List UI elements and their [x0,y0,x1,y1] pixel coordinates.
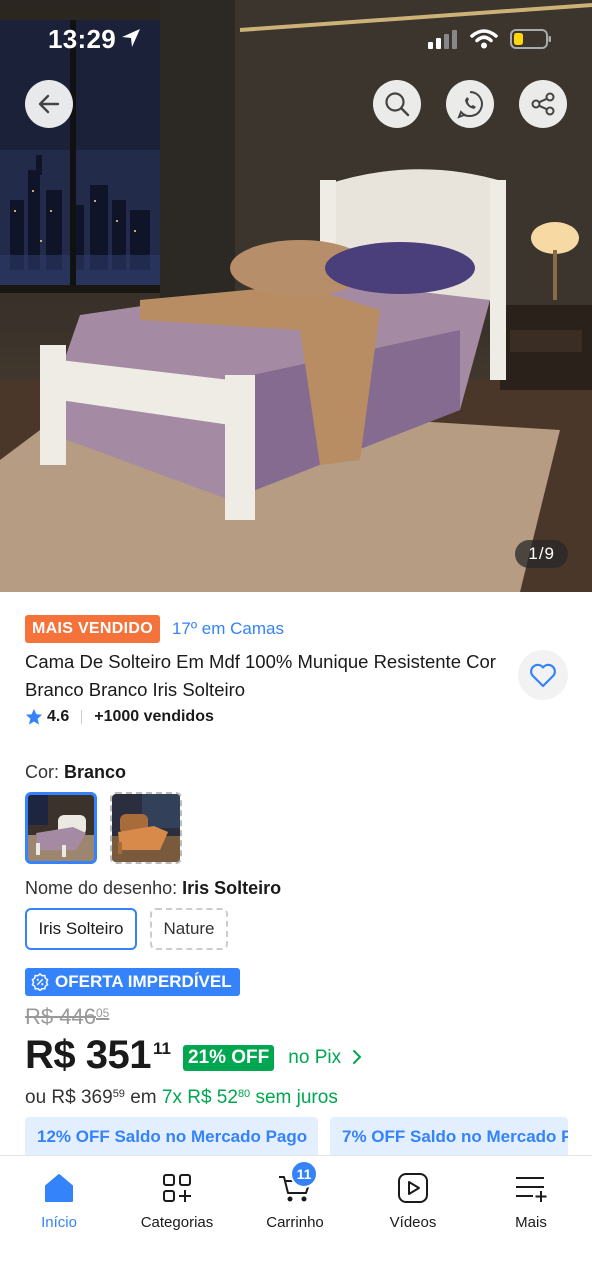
installment-plan-cents: 80 [237,1088,251,1100]
signal-icon [428,30,457,49]
nav-icon-wrapper: 11 [276,1160,318,1208]
offer-label: OFERTA IMPERDÍVEL [55,972,232,991]
nav-item-mais[interactable]: Mais [476,1168,586,1231]
sold-count: +1000 vendidos [94,708,214,725]
cart-count-badge: 11 [290,1160,318,1188]
design-label: Nome do desenho: Iris Solteiro [25,878,281,899]
promo-chip-mercado-pago-12[interactable]: 12% OFF Saldo no Mercado Pago [25,1117,318,1157]
installment-mid: em [124,1087,162,1108]
promo-chip-mercado-pago-7[interactable]: 7% OFF Saldo no Mercado Pago [330,1117,568,1157]
pix-label[interactable]: no Pix [288,1047,341,1069]
installments-row: ou R$ 36959 em 7x R$ 5280 sem juros [25,1087,338,1109]
whatsapp-share-button[interactable] [446,80,494,128]
nav-item-carrinho[interactable]: 11 Carrinho [240,1160,350,1231]
rating-value: 4.6 [47,708,70,725]
product-image-gallery[interactable]: 13:29 1/9 [0,0,592,592]
old-price: R$ 44605 [25,1004,109,1030]
video-icon [398,1173,428,1203]
search-button[interactable] [373,80,421,128]
nav-item-categorias[interactable]: Categorias [122,1168,232,1231]
category-rank-link[interactable]: 17º em Camas [172,619,284,639]
discount-seal-icon [31,973,49,991]
design-option-iris-solteiro[interactable]: Iris Solteiro [25,908,137,950]
design-label-prefix: Nome do desenho: [25,878,183,898]
nav-item-videos[interactable]: Vídeos [358,1168,468,1231]
image-counter: 1/9 [515,540,568,568]
installment-prefix: ou R$ 369 [25,1087,113,1108]
discount-badge: 21% OFF [182,1045,275,1071]
chevron-right-icon[interactable] [351,1049,363,1065]
old-price-cents: 05 [95,1006,110,1020]
home-icon [45,1174,73,1202]
current-price-cents: 11 [152,1039,171,1058]
design-value: Iris Solteiro [182,878,282,898]
battery-icon [510,29,551,49]
location-arrow-icon [122,29,140,47]
status-bar: 13:29 [0,0,592,80]
color-swatch-branco[interactable] [25,792,97,864]
price-row: R$ 351 11 21% OFF no Pix [25,1033,363,1078]
nav-icon-wrapper [42,1168,76,1208]
divider [81,710,83,724]
share-button[interactable] [519,80,567,128]
product-photo [0,0,592,592]
bottom-navigation: Início Categorias 11 Carrinho Vídeos Mai… [0,1155,592,1280]
old-price-int: R$ 446 [25,1004,96,1029]
nav-label: Categorias [140,1214,214,1231]
best-seller-badge: MAIS VENDIDO [25,615,160,643]
star-icon [25,708,43,725]
design-option-nature[interactable]: Nature [150,908,228,950]
nav-label: Mais [515,1214,547,1231]
nav-label: Início [41,1214,77,1231]
color-label-prefix: Cor: [25,762,65,782]
nav-label: Vídeos [389,1214,437,1231]
categories-icon [163,1174,191,1202]
wifi-icon [470,29,498,49]
badge-row: MAIS VENDIDO 17º em Camas [25,615,284,643]
installment-suffix: sem juros [250,1087,338,1108]
back-button[interactable] [25,80,73,128]
color-label: Cor: Branco [25,762,126,783]
swatch-thumbnail [28,795,94,861]
status-icons [428,28,552,50]
nav-item-inicio[interactable]: Início [4,1168,114,1231]
installment-plan: 7x R$ 52 [161,1087,238,1108]
share-icon [531,92,555,116]
favorite-button[interactable] [518,650,568,700]
installment-prefix-cents: 59 [112,1088,125,1100]
status-time: 13:29 [48,24,116,54]
swatch-thumbnail [112,794,180,862]
nav-label: Carrinho [266,1214,324,1231]
color-value: Branco [64,762,127,782]
nav-icon-wrapper [396,1168,430,1208]
search-icon [385,92,410,117]
nav-icon-wrapper [513,1168,549,1208]
product-title: Cama De Solteiro Em Mdf 100% Munique Res… [25,651,496,700]
heart-icon [530,663,556,688]
whatsapp-icon [457,91,483,119]
nav-icon-wrapper [160,1168,194,1208]
rating-row[interactable]: 4.6 +1000 vendidos [25,708,214,726]
current-price: R$ 351 [25,1033,151,1077]
menu-plus-icon [516,1177,547,1202]
color-swatch-alternative[interactable] [110,792,182,864]
offer-badge: OFERTA IMPERDÍVEL [25,968,240,996]
arrow-left-icon [38,94,60,114]
